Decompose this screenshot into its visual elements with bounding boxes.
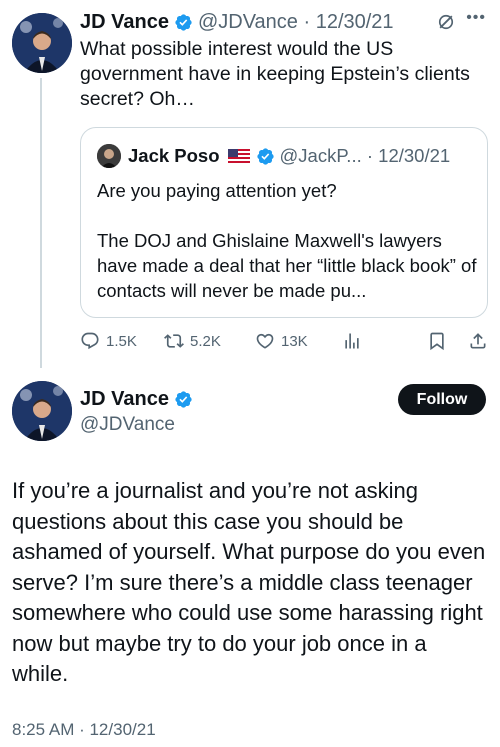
quote-text: Are you paying attention yet? The DOJ an… [97,178,477,303]
quote-line-2: The DOJ and Ghislaine Maxwell's lawyers … [97,230,477,301]
verified-badge-icon [175,13,192,31]
verified-badge-icon [256,147,274,165]
reply-icon [81,332,99,350]
verified-badge-icon [175,390,192,408]
follow-button[interactable]: Follow [398,384,486,415]
quote-avatar [97,144,121,168]
grok-icon[interactable] [436,12,456,32]
avatar-jd-vance[interactable] [12,13,72,73]
share-button[interactable] [468,331,488,351]
retweet-count: 5.2K [190,332,221,350]
tweet2-author: JD Vance [80,387,198,411]
views-icon [345,333,359,349]
avatar-jd-vance-2[interactable] [12,381,72,441]
reply-count: 1.5K [106,332,137,350]
thread-line [40,78,42,368]
bookmark-button[interactable] [427,331,447,351]
quote-handle-date[interactable]: @JackP... · 12/30/21 [280,145,451,167]
bookmark-icon [430,332,444,351]
tweet1-handle-date[interactable]: @JDVance · 12/30/21 [198,11,394,34]
tweet1-action-bar: 1.5K 5.2K 13K [80,328,490,354]
tweet1-author-name[interactable]: JD Vance [80,11,169,34]
quote-author-name[interactable]: Jack Poso [128,145,220,167]
tweet2-text: If you’re a journalist and you’re not as… [12,478,486,686]
like-button[interactable]: 13K [255,331,308,351]
tweet2-handle[interactable]: @JDVance [80,414,175,436]
quote-tweet-card[interactable]: Jack Poso @JackP... · 12/30/21 Are you p… [80,127,488,318]
retweet-icon [164,334,184,348]
retweet-button[interactable]: 5.2K [164,331,221,351]
tweet1-header: JD Vance @JDVance · 12/30/21 ••• [80,9,486,35]
quote-line-1: Are you paying attention yet? [97,180,337,201]
reply-button[interactable]: 1.5K [80,331,137,351]
like-count: 13K [281,332,308,350]
more-icon[interactable]: ••• [466,9,486,27]
tweet2-timestamp[interactable]: 8:25 AM · 12/30/21 [12,720,156,740]
quote-header: Jack Poso @JackP... · 12/30/21 [97,144,450,168]
views-button[interactable] [342,331,362,351]
us-flag-icon [227,149,250,163]
share-icon [470,333,486,349]
tweet1-text: What possible interest would the US gove… [80,38,470,110]
tweet2-author-name[interactable]: JD Vance [80,388,169,411]
like-icon [256,333,274,349]
